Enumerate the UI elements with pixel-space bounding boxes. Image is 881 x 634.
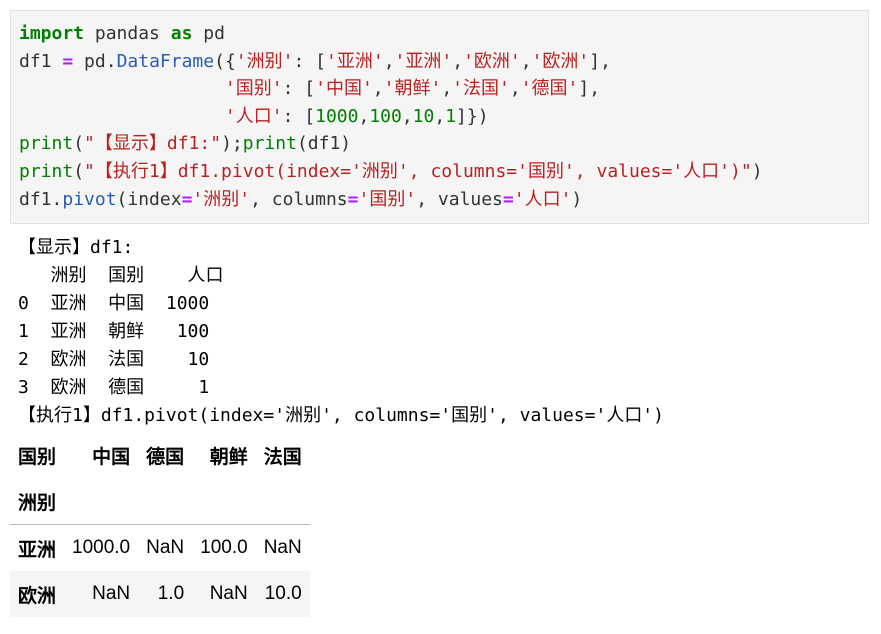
output-line: 【执行1】df1.pivot(index='洲别', columns='国别',…	[18, 405, 664, 426]
code-line-2: df1 = pd.DataFrame({'洲别': ['亚洲','亚洲','欧洲…	[19, 50, 611, 72]
column-header: 朝鲜	[209, 446, 248, 468]
table-row: 亚洲 1000.0 NaN 100.0 NaN	[10, 525, 310, 572]
table-cell: 1.0	[157, 583, 185, 604]
table-row: 欧洲 NaN 1.0 NaN 10.0	[10, 571, 310, 617]
output-line: 洲别 国别 人口	[18, 265, 224, 286]
output-line: 0 亚洲 中国 1000	[18, 293, 210, 314]
row-index-label: 亚洲	[18, 539, 57, 561]
output-line: 1 亚洲 朝鲜 100	[18, 321, 210, 342]
column-header: 中国	[92, 446, 131, 468]
table-cell: NaN	[209, 583, 248, 604]
table-cell: 100.0	[200, 537, 248, 558]
columns-name-header: 国别	[18, 446, 57, 468]
stdout-output: 【显示】df1: 洲别 国别 人口 0 亚洲 中国 1000 1 亚洲 朝鲜 1…	[18, 234, 664, 430]
table-cell: 10.0	[264, 583, 302, 604]
code-line-1: import pandas as pd	[19, 23, 225, 44]
table-cell: NaN	[263, 537, 302, 558]
table-cell: NaN	[146, 537, 185, 558]
output-line: 2 欧洲 法国 10	[18, 349, 210, 370]
code-line-3: '国别': ['中国','朝鲜','法国','德国'],	[224, 78, 601, 100]
code-editor[interactable]: import pandas as pd df1 = pd.DataFrame({…	[19, 20, 763, 213]
column-header: 德国	[146, 446, 185, 468]
row-index-label: 欧洲	[18, 585, 57, 607]
table-cell: 1000.0	[72, 537, 131, 558]
index-name-header: 洲别	[10, 478, 65, 525]
code-cell-input[interactable]: import pandas as pd df1 = pd.DataFrame({…	[10, 10, 869, 224]
code-line-5: print("【显示】df1:");print(df1)	[19, 133, 352, 155]
column-header: 法国	[263, 446, 302, 468]
code-line-6: print("【执行1】df1.pivot(index='洲别', column…	[19, 160, 763, 182]
table-cell: NaN	[92, 583, 131, 604]
output-line: 【显示】df1:	[18, 237, 134, 258]
code-line-7: df1.pivot(index='洲别', columns='国别', valu…	[19, 188, 583, 210]
code-line-4: '人口': [1000,100,10,1]})	[224, 105, 489, 127]
pivot-dataframe-table: 国别 中国 德国 朝鲜 法国 洲别 亚洲 1000.0 NaN 100.0 Na…	[10, 432, 310, 617]
output-line: 3 欧洲 德国 1	[18, 377, 210, 398]
